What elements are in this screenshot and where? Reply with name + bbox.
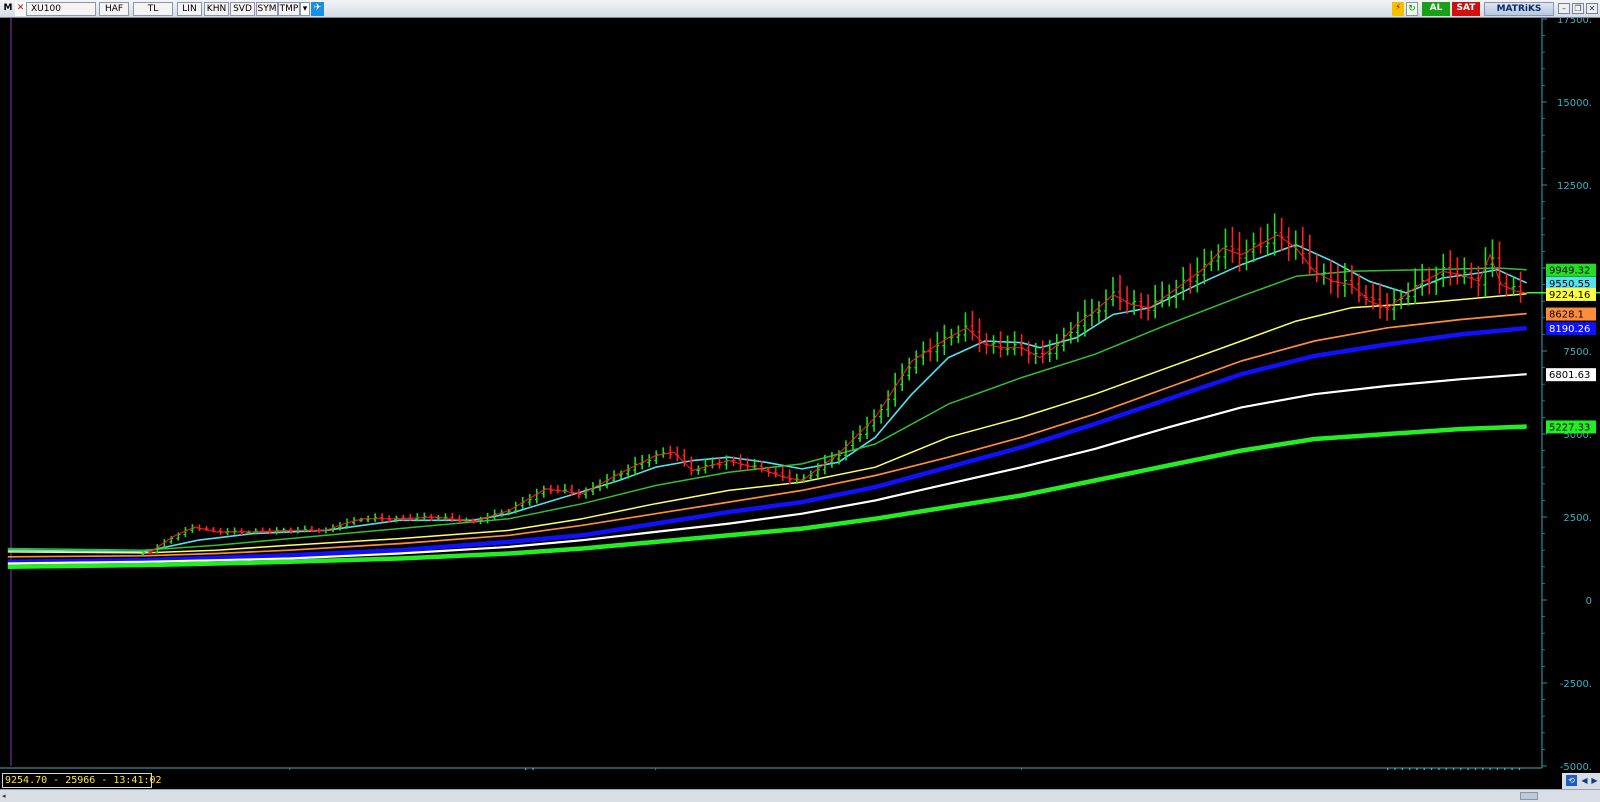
moving-average-line-2 [7,293,1527,554]
price-label: 8190.26 [1549,324,1590,335]
remove-symbol-icon[interactable]: ✕ [15,2,26,16]
y-tick-label: 2500. [1563,513,1592,524]
chart-nav-tools: ⟲ ◀ ▶ [1562,773,1600,789]
sym-button[interactable]: SYM [256,2,278,16]
price-label: 9224.16 [1549,290,1590,301]
y-tick-label: -5000. [1560,762,1592,770]
price-label: 8628.1 [1549,310,1584,321]
y-tick-label: 15000. [1557,98,1592,109]
khn-button[interactable]: KHN [204,2,229,16]
y-tick-label: -2500. [1560,679,1592,690]
menu-button[interactable]: M [2,2,14,16]
moving-average-line-4 [7,325,1527,565]
refresh-icon[interactable]: ↻ [1406,2,1418,16]
symbol-field[interactable]: XU100 [26,2,96,16]
status-readout: 9254.70 - 25966 - 13:41:02 [2,773,162,788]
cursor-icon[interactable]: ⟲ [1566,775,1577,786]
close-icon[interactable]: ✕ [1586,3,1598,14]
y-tick-label: 12500. [1557,181,1592,192]
price-label: 6801.63 [1549,370,1590,381]
moving-average-line-3 [7,312,1527,558]
brand-button[interactable]: MATRiKS [1484,2,1554,16]
buy-button[interactable]: AL [1422,2,1450,16]
chart-canvas: -5000.-2500.02500.5000.7500.10000.12500.… [0,18,1600,770]
scroll-left-icon[interactable]: ◂ [2,792,12,800]
y-tick-label: 7500. [1563,347,1592,358]
price-label: 9949.32 [1549,266,1590,277]
period-button[interactable]: HAF [99,2,129,16]
chevron-down-icon[interactable]: ▾ [300,2,310,16]
horizontal-scrollbar[interactable]: ◂ [0,789,1600,802]
y-tick-label: 0 [1586,596,1592,607]
price-chart[interactable]: -5000.-2500.02500.5000.7500.10000.12500.… [0,18,1600,770]
twitter-icon[interactable]: ✈ [311,2,324,16]
lightning-icon[interactable]: ⚡ [1392,2,1404,16]
price-label: 5227.33 [1549,422,1590,433]
chart-toolbar: M ✕ XU100 HAF TL LIN KHN SVD SYM TMP ▾ ✈… [0,0,1600,18]
scroll-thumb[interactable] [1520,792,1538,800]
y-tick-label: 17500. [1557,18,1592,26]
tmp-button[interactable]: TMP [278,2,300,16]
svd-button[interactable]: SVD [230,2,255,16]
minimize-icon[interactable]: – [1558,3,1570,14]
currency-button[interactable]: TL [133,2,173,16]
scale-button[interactable]: LIN [177,2,202,16]
sell-button[interactable]: SAT [1452,2,1480,16]
restore-icon[interactable]: ❐ [1572,3,1584,14]
nav-right-icon[interactable]: ▶ [1589,775,1600,786]
